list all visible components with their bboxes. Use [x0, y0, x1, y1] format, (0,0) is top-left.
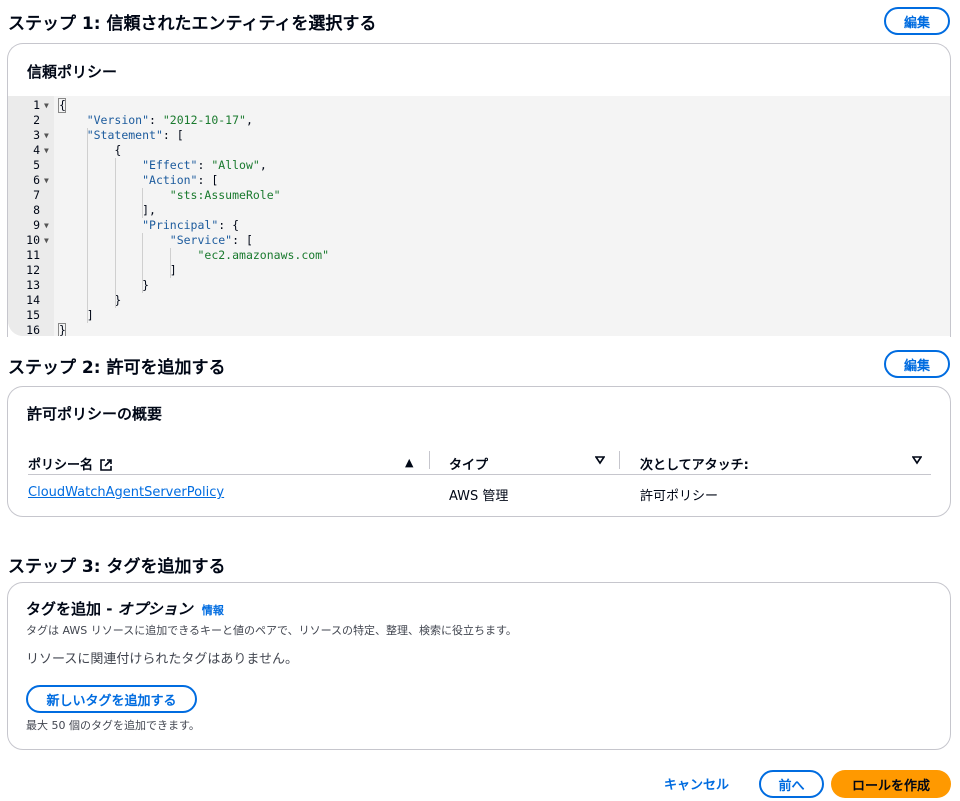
fold-toggle-icon[interactable]: ▼	[44, 218, 49, 233]
indent-guide	[170, 248, 172, 278]
code-text: }	[59, 278, 150, 292]
json-code-editor[interactable]: 1 ▼ {2 "Version": "2012-10-17", 3 ▼ "Stateme…	[8, 96, 950, 336]
fold-toggle-icon[interactable]: ▼	[44, 233, 49, 248]
previous-button[interactable]: 前へ	[759, 770, 824, 798]
line-number: 3	[33, 128, 40, 142]
code-text: "sts:AssumeRole"	[169, 188, 281, 202]
fold-toggle-icon[interactable]: ▼	[44, 143, 49, 158]
cancel-button[interactable]: キャンセル	[664, 774, 729, 793]
line-number: 8	[33, 203, 40, 217]
line-number: 4	[33, 143, 40, 157]
permissions-summary-title: 許可ポリシーの概要	[27, 405, 163, 423]
bracket-match-highlight	[58, 323, 66, 336]
column-attached-as[interactable]: 次としてアタッチ:	[640, 454, 749, 473]
create-role-button[interactable]: ロールを作成	[831, 770, 951, 798]
info-link[interactable]: 情報	[202, 604, 224, 617]
line-number: 15	[26, 308, 40, 322]
code-text: {	[59, 143, 122, 157]
tag-limit-note: 最大 50 個のタグを追加できます。	[26, 719, 200, 732]
code-text: "Statement": [	[86, 128, 184, 142]
policy-type: AWS 管理	[449, 489, 509, 504]
line-number: 7	[33, 188, 40, 202]
step3-title: ステップ 3: タグを追加する	[8, 557, 226, 577]
tags-description: タグは AWS リソースに追加できるキーと値のペアで、リソースの特定、整理、検索…	[26, 624, 517, 637]
fold-toggle-icon[interactable]: ▼	[44, 98, 49, 113]
indent-guide	[86, 128, 88, 323]
code-text: "Effect": "Allow",	[142, 158, 267, 172]
tags-card-title: タグを追加 - オプション 情報	[26, 598, 224, 619]
line-number: 1	[33, 98, 40, 112]
line-number: 13	[26, 278, 40, 292]
column-separator[interactable]	[619, 451, 620, 469]
column-policy-name[interactable]: ポリシー名	[28, 454, 112, 475]
line-number: 2	[33, 113, 40, 127]
code-text: ]	[59, 263, 177, 277]
code-text: "Service": [	[169, 233, 253, 247]
no-tags-message: リソースに関連付けられたタグはありません。	[26, 652, 298, 667]
sort-ascending-icon[interactable]: ▲	[405, 456, 413, 469]
indent-guide	[114, 158, 116, 308]
code-text: }	[59, 293, 122, 307]
line-number: 11	[26, 248, 40, 262]
fold-toggle-icon[interactable]: ▼	[44, 173, 49, 188]
line-number: 12	[26, 263, 40, 277]
code-text: ]	[59, 308, 94, 322]
bracket-match-highlight	[58, 98, 66, 113]
policy-name-link[interactable]: CloudWatchAgentServerPolicy	[28, 485, 224, 500]
step2-title: ステップ 2: 許可を追加する	[8, 358, 226, 378]
external-link-icon	[99, 459, 112, 475]
line-number: 14	[26, 293, 40, 307]
add-new-tag-button[interactable]: 新しいタグを追加する	[26, 685, 197, 713]
code-text: "Version": "2012-10-17",	[86, 113, 253, 127]
line-number: 5	[33, 158, 40, 172]
trust-policy-card: 信頼ポリシー 1 ▼ {2 "Version": "2012-10-17", 3 ▼ "…	[7, 43, 951, 337]
column-policy-name-label: ポリシー名	[28, 458, 94, 473]
tags-card-title-main: タグを追加 -	[26, 600, 118, 618]
table-header-divider	[28, 474, 931, 475]
code-text: "Action": [	[142, 173, 219, 187]
step1-edit-button[interactable]: 編集	[884, 7, 950, 35]
line-number: 10	[26, 233, 40, 247]
step1-title: ステップ 1: 信頼されたエンティティを選択する	[8, 14, 377, 34]
line-number: 16	[26, 323, 40, 336]
fold-toggle-icon[interactable]: ▼	[44, 128, 49, 143]
code-text: "ec2.amazonaws.com"	[197, 248, 330, 262]
column-type[interactable]: タイプ	[449, 454, 488, 473]
line-number: 9	[33, 218, 40, 232]
sort-caret-icon[interactable]	[594, 455, 606, 468]
indent-guide	[142, 188, 144, 218]
indent-guide	[142, 233, 144, 293]
line-number: 6	[33, 173, 40, 187]
tags-card-title-optional: オプション	[117, 600, 193, 618]
column-separator[interactable]	[429, 451, 430, 469]
code-text: ],	[59, 203, 156, 217]
step2-edit-button[interactable]: 編集	[884, 350, 950, 378]
sort-caret-icon[interactable]	[911, 455, 923, 468]
policy-attached-as: 許可ポリシー	[640, 489, 719, 504]
trust-policy-title: 信頼ポリシー	[27, 63, 118, 81]
